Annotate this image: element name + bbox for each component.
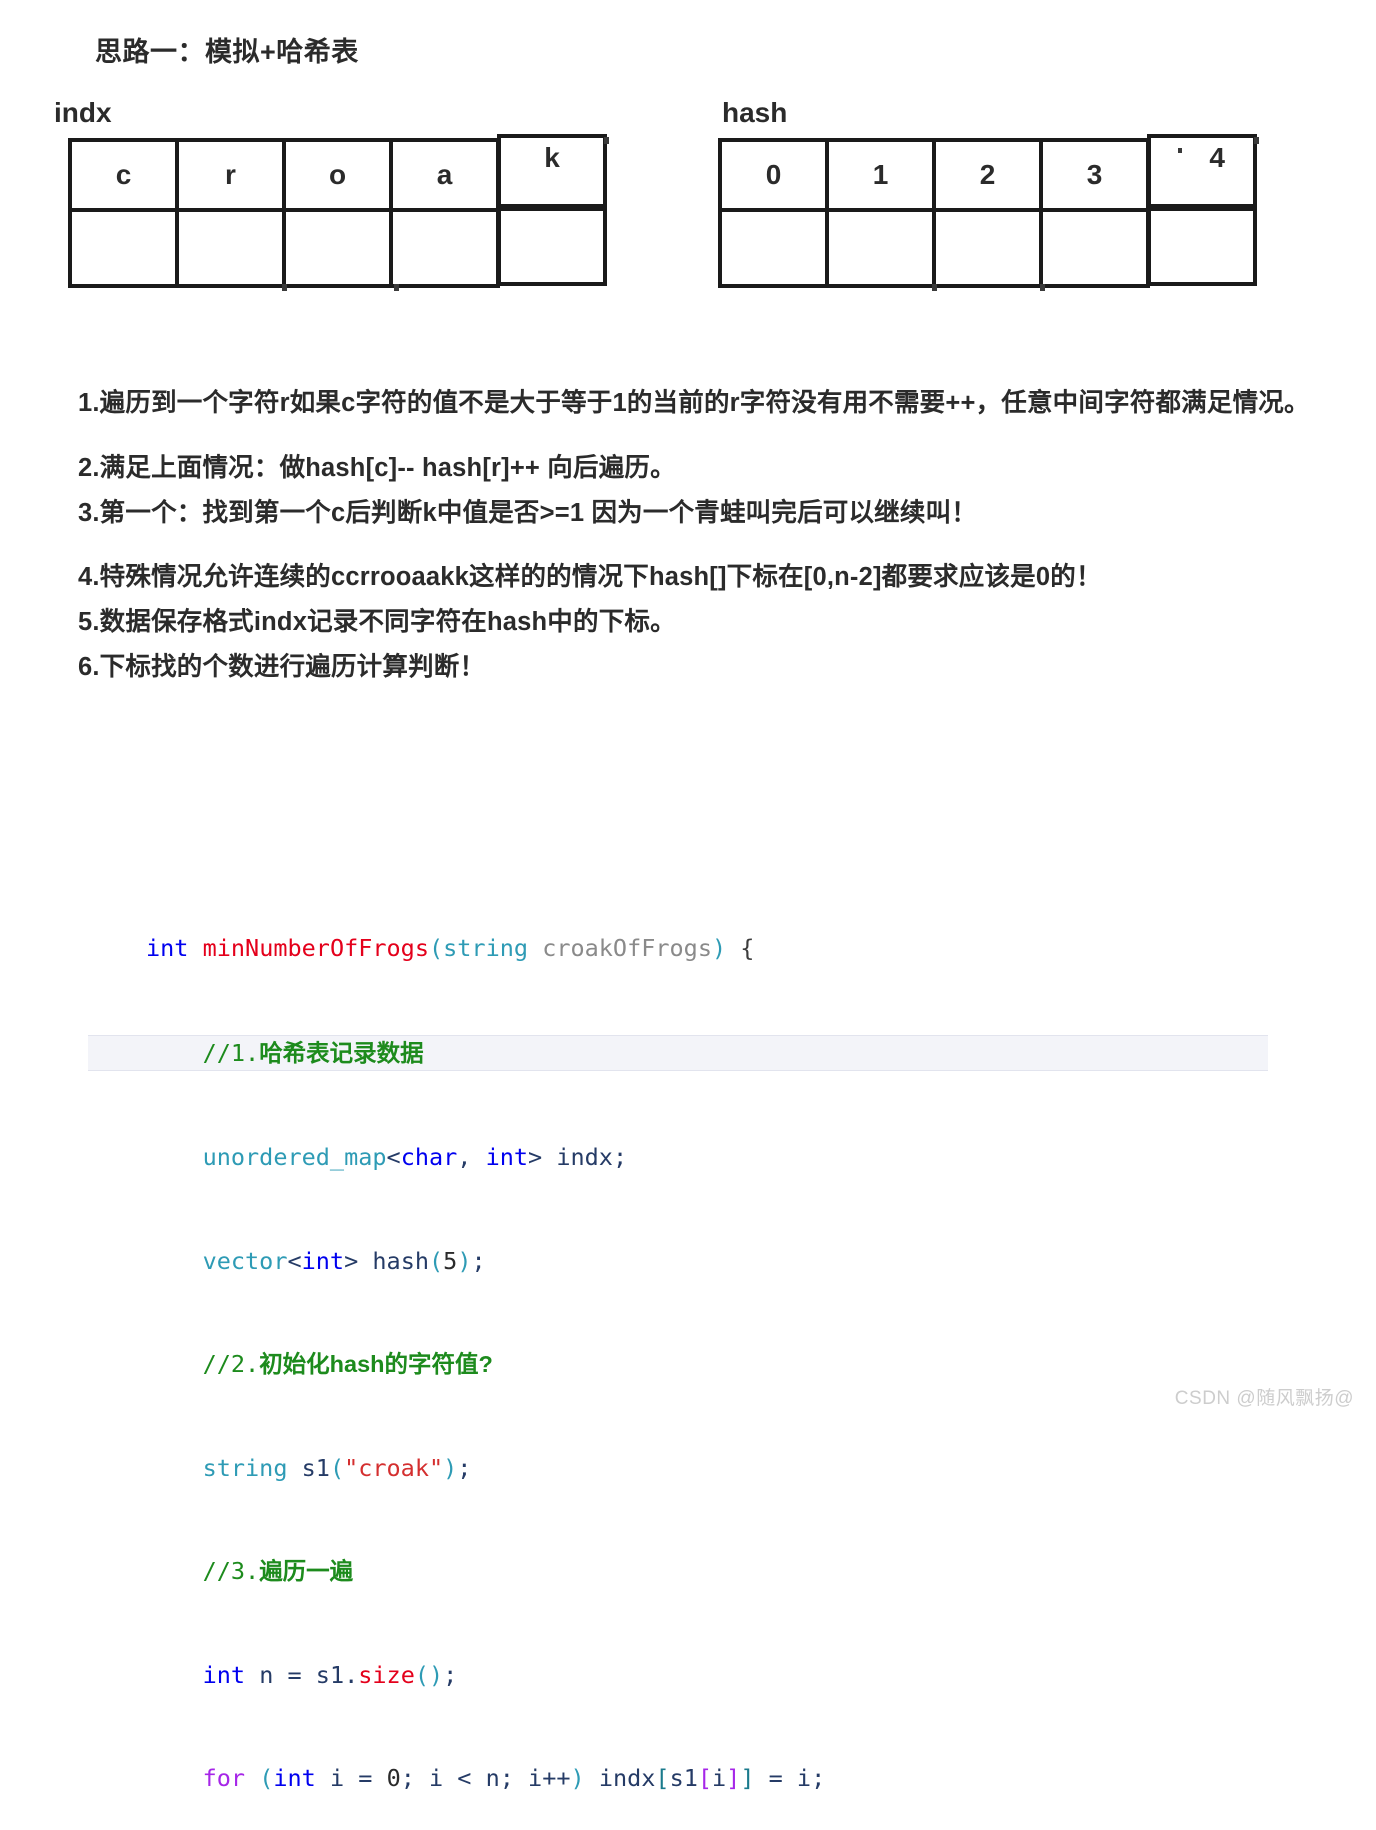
csdn-watermark: CSDN @随风飘扬@	[1174, 1388, 1354, 1409]
code-line-3[interactable]: unordered_map<char, int> indx;	[88, 1140, 1268, 1175]
code-line-7[interactable]: //3.遍历一遍	[88, 1554, 1268, 1589]
note-item-1: 1.遍历到一个字符r如果c字符的值不是大于等于1的当前的r字符没有用不需要++，…	[78, 389, 1310, 417]
ink-mark	[282, 284, 287, 291]
ink-mark	[394, 284, 399, 291]
code-line-5[interactable]: //2.初始化hash的字符值?	[88, 1347, 1268, 1382]
hash-value-cell-0	[718, 208, 829, 288]
hash-value-row	[718, 208, 1150, 288]
code-block[interactable]: int minNumberOfFrogs(string croakOfFrogs…	[88, 862, 1268, 1830]
note-item-3: 3.第一个：找到第一个c后判断k中值是否>=1 因为一个青蛙叫完后可以继续叫！	[78, 498, 977, 527]
code-line-1[interactable]: int minNumberOfFrogs(string croakOfFrogs…	[88, 931, 1268, 966]
note-item-5: 5.数据保存格式indx记录不同字符在hash中的下标。	[78, 608, 676, 637]
hash-table-label: hash	[722, 97, 788, 128]
indx-value-cell-0	[68, 208, 179, 288]
indx-header-cell-1: r	[175, 138, 286, 212]
code-line-2[interactable]: //1.哈希表记录数据	[88, 1034, 1268, 1071]
hash-value-cell-3	[1039, 208, 1150, 288]
indx-value-cell-2	[282, 208, 393, 288]
hash-header-cell-0: 0	[718, 138, 829, 212]
code-line-4[interactable]: vector<int> hash(5);	[88, 1244, 1268, 1279]
indx-header-row: c r o a	[68, 138, 500, 212]
notes-list: 1.遍历到一个字符r如果c字符的值不是大于等于1的当前的r字符没有用不需要++，…	[78, 382, 1348, 691]
hash-header-cell-3: 3	[1039, 138, 1150, 212]
ink-mark	[1040, 284, 1045, 291]
hash-header-cell-2: 2	[932, 138, 1043, 212]
indx-table-label: indx	[54, 97, 112, 128]
indx-table: c r o a	[68, 138, 500, 288]
hash-header-cell-4: 4	[1147, 134, 1257, 208]
hash-value-cell-2	[932, 208, 1043, 288]
indx-value-row	[68, 208, 500, 288]
note-item-2: 2.满足上面情况：做hash[c]-- hash[r]++ 向后遍历。	[78, 453, 676, 482]
indx-header-cell-4-label: k	[544, 142, 560, 173]
indx-header-cell-4: k	[497, 134, 607, 208]
indx-value-cell-4	[497, 207, 607, 286]
indx-header-cell-2: o	[282, 138, 393, 212]
indx-value-cell-3	[389, 208, 500, 288]
code-line-6[interactable]: string s1("croak");	[88, 1451, 1268, 1486]
hash-header-row: 0 1 2 3	[718, 138, 1150, 212]
code-line-9[interactable]: for (int i = 0; i < n; i++) indx[s1[i]] …	[88, 1761, 1268, 1796]
ink-mark	[604, 137, 609, 144]
code-line-8[interactable]: int n = s1.size();	[88, 1658, 1268, 1693]
hash-value-cell-4	[1147, 207, 1257, 286]
note-item-4: 4.特殊情况允许连续的ccrrooaakk这样的的情况下hash[]下标在[0,…	[78, 563, 1102, 592]
hash-header-cell-1: 1	[825, 138, 936, 212]
indx-header-cell-0: c	[68, 138, 179, 212]
ink-mark	[1178, 148, 1182, 153]
ink-mark	[1254, 137, 1259, 144]
hash-value-cell-1	[825, 208, 936, 288]
ink-mark	[932, 284, 937, 291]
indx-value-cell-1	[175, 208, 286, 288]
hash-header-cell-4-label: 4	[1209, 142, 1225, 173]
indx-header-cell-3: a	[389, 138, 500, 212]
note-item-6: 6.下标找的个数进行遍历计算判断！	[78, 653, 486, 682]
hash-table: 0 1 2 3	[718, 138, 1150, 288]
page-title: 思路一：模拟+哈希表	[95, 37, 359, 67]
